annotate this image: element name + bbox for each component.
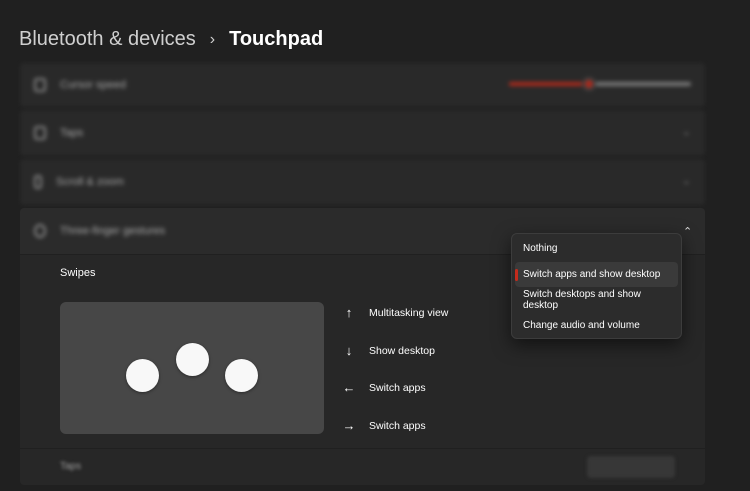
arrow-right-icon: → [342, 418, 356, 433]
slider-fill [509, 82, 590, 86]
selected-indicator [515, 268, 518, 281]
gesture-label: Show desktop [369, 344, 435, 357]
breadcrumb: Bluetooth & devices › Touchpad [19, 28, 323, 51]
finger-dot [225, 359, 258, 392]
dropdown-option-switch-desktops[interactable]: Switch desktops and show desktop [515, 287, 678, 313]
scroll-zoom-label: Scroll & zoom [56, 176, 124, 188]
breadcrumb-separator-icon: › [209, 30, 216, 48]
tap-icon [34, 126, 46, 140]
gesture-icon [34, 224, 46, 238]
gesture-left: ← Switch apps [342, 380, 426, 395]
taps-label: Taps [60, 127, 84, 139]
arrow-left-icon: ← [342, 380, 356, 395]
gesture-label: Switch apps [369, 381, 426, 394]
gesture-up: ↑ Multitasking view [342, 305, 449, 320]
taps-bottom-row: Taps [20, 449, 705, 485]
touchpad-illustration [60, 302, 324, 434]
chevron-down-icon: ⌄ [681, 126, 691, 138]
chevron-down-icon: ⌄ [681, 175, 691, 187]
gesture-right: → Switch apps [342, 418, 426, 433]
arrow-down-icon: ↓ [345, 343, 353, 358]
cursor-speed-label: Cursor speed [60, 79, 127, 91]
swipes-dropdown-menu: Nothing Switch apps and show desktop Swi… [511, 233, 682, 339]
open-search-button[interactable] [587, 456, 675, 478]
gesture-label: Multitasking view [369, 306, 449, 319]
breadcrumb-parent[interactable]: Bluetooth & devices [19, 28, 196, 51]
taps-row[interactable]: Taps ⌄ [20, 110, 705, 156]
taps-bottom-label: Taps [60, 461, 82, 472]
gesture-down: ↓ Show desktop [342, 343, 435, 358]
page-title: Touchpad [229, 28, 324, 50]
dropdown-option-switch-apps-show-desktop[interactable]: Switch apps and show desktop [515, 261, 678, 287]
three-finger-label: Three-finger gestures [60, 225, 166, 237]
dropdown-option-nothing[interactable]: Nothing [515, 236, 678, 262]
scroll-zoom-row[interactable]: Scroll & zoom ⌄ [20, 159, 705, 205]
scroll-icon [34, 175, 42, 189]
chevron-up-icon[interactable]: ⌃ [683, 225, 692, 238]
cursor-speed-slider[interactable] [509, 77, 691, 91]
dropdown-option-change-audio[interactable]: Change audio and volume [515, 313, 678, 339]
cursor-icon [34, 78, 46, 92]
finger-dot [126, 359, 159, 392]
swipes-label: Swipes [60, 267, 96, 279]
slider-thumb[interactable] [582, 77, 597, 91]
finger-dot [176, 343, 209, 376]
option-label: Switch apps and show desktop [523, 268, 661, 280]
arrow-up-icon: ↑ [345, 305, 353, 320]
gesture-label: Switch apps [369, 419, 426, 432]
cursor-speed-row: Cursor speed [20, 63, 705, 107]
